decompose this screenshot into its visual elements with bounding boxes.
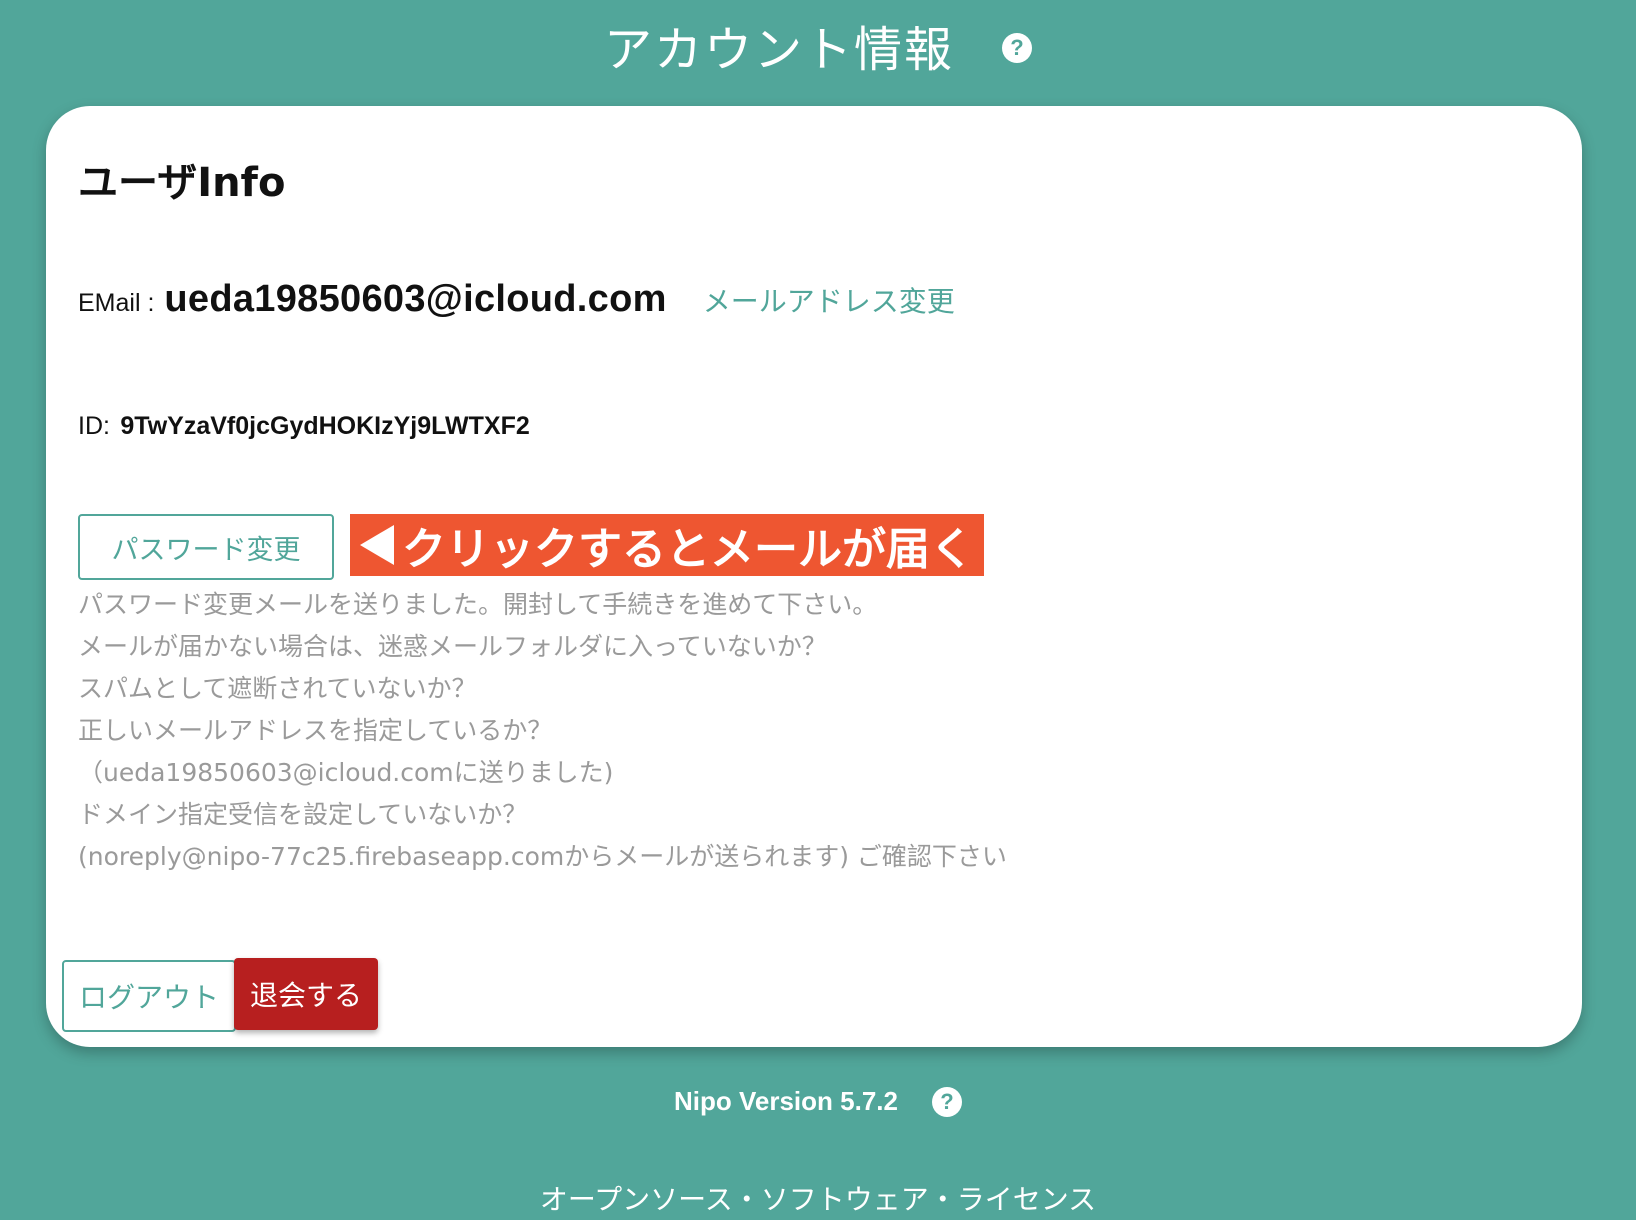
id-row: ID: 9TwYzaVf0jcGydHOKIzYj9LWTXF2 (78, 412, 530, 441)
password-notice: パスワード変更メールを送りました。開封して手続きを進めて下さい。 メールが届かな… (78, 584, 1007, 878)
id-value: 9TwYzaVf0jcGydHOKIzYj9LWTXF2 (120, 412, 530, 440)
help-icon[interactable]: ? (931, 1086, 962, 1117)
page-title: アカウント情報 (603, 22, 954, 78)
withdraw-button[interactable]: 退会する (234, 958, 378, 1030)
annotation-text: クリックするとメールが届く (402, 524, 974, 575)
notice-line: メールが届かない場合は、迷惑メールフォルダに入っていないか？ (78, 632, 827, 661)
arrow-left-icon (360, 525, 394, 565)
footer-version: Nipo Version 5.7.2 ? (0, 1086, 1636, 1117)
email-value: ueda19850603@icloud.com (164, 278, 667, 320)
logout-button[interactable]: ログアウト (62, 960, 236, 1032)
oss-license-link[interactable]: オープンソース・ソフトウェア・ライセンス (0, 1178, 1636, 1218)
email-label: EMail : (78, 289, 155, 317)
version-text: Nipo Version 5.7.2 (674, 1086, 898, 1116)
notice-line: 正しいメールアドレスを指定しているか？ (78, 716, 553, 745)
change-password-button[interactable]: パスワード変更 (78, 514, 334, 580)
id-label: ID: (78, 412, 110, 440)
card-title: ユーザInfo (78, 160, 286, 206)
notice-line: スパムとして遮断されていないか？ (78, 674, 477, 703)
notice-line: パスワード変更メールを送りました。開封して手続きを進めて下さい。 (78, 590, 878, 619)
page-header: アカウント情報 ? (0, 10, 1636, 80)
change-email-link[interactable]: メールアドレス変更 (703, 280, 955, 320)
email-row: EMail : ueda19850603@icloud.com メールアドレス変… (78, 278, 955, 321)
notice-line: ドメイン指定受信を設定していないか？ (78, 800, 528, 829)
notice-line: (noreply@nipo-77c25.firebaseapp.comからメール… (78, 842, 1007, 871)
help-icon[interactable]: ? (1002, 33, 1032, 63)
notice-line: （ueda19850603@icloud.comに送りました) (78, 758, 614, 787)
user-info-card: ユーザInfo EMail : ueda19850603@icloud.com … (46, 106, 1582, 1047)
annotation-callout: クリックするとメールが届く (350, 514, 984, 576)
